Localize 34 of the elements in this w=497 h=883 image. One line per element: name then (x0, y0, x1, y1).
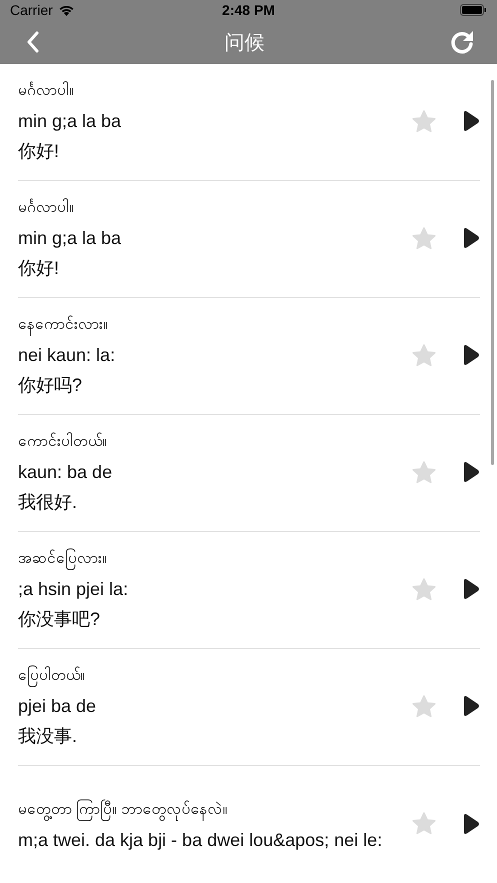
play-button[interactable] (462, 344, 480, 366)
chinese-translation: 你没事吧? (18, 608, 102, 631)
clock-time: 2:48 PM (222, 2, 275, 18)
burmese-phrase: မင်္ဂလာပါ။ (18, 197, 75, 218)
romanization: min g;a la ba (18, 110, 122, 133)
play-button[interactable] (462, 110, 480, 132)
refresh-button[interactable] (449, 29, 475, 56)
back-button[interactable] (26, 31, 40, 54)
romanization: pjei ba de (18, 695, 98, 718)
play-button[interactable] (462, 227, 480, 249)
chinese-translation: 你好吗? (18, 374, 84, 397)
burmese-phrase: မတွေ့တာ ကြာပြီ။ ဘာတွေလုပ်နေလဲ။ (18, 796, 402, 824)
burmese-phrase: မင်္ဂလာပါ။ (18, 80, 75, 101)
burmese-phrase: ပြေပါတယ်။ (18, 662, 402, 690)
wifi-icon (58, 4, 75, 16)
play-button[interactable] (462, 461, 480, 483)
romanization: ;a hsin pjei la: (18, 578, 130, 601)
battery-icon (460, 4, 488, 16)
romanization: min g;a la ba (18, 227, 122, 250)
romanization: kaun: ba de (18, 461, 114, 484)
burmese-phrase: နေကောင်းလား။ (18, 311, 402, 339)
burmese-phrase: ကောင်းပါတယ်။ (18, 431, 108, 452)
chinese-translation: 你好! (18, 140, 60, 163)
chinese-translation: 你好! (18, 257, 60, 280)
burmese-phrase: အဆင်ပြေလား။ (18, 545, 402, 573)
page-title: 问候 (224, 30, 264, 56)
play-button[interactable] (462, 578, 480, 600)
romanization: nei kaun: la: (18, 344, 116, 367)
chinese-translation: 我没事. (18, 725, 78, 748)
romanization: m;a twei. da kja bji - ba dwei lou&apos; nei le: (18, 828, 384, 852)
chinese-translation: 我很好. (18, 491, 78, 514)
play-button[interactable] (462, 695, 480, 717)
play-button[interactable] (462, 812, 480, 834)
carrier-label: Carrier (10, 2, 53, 18)
